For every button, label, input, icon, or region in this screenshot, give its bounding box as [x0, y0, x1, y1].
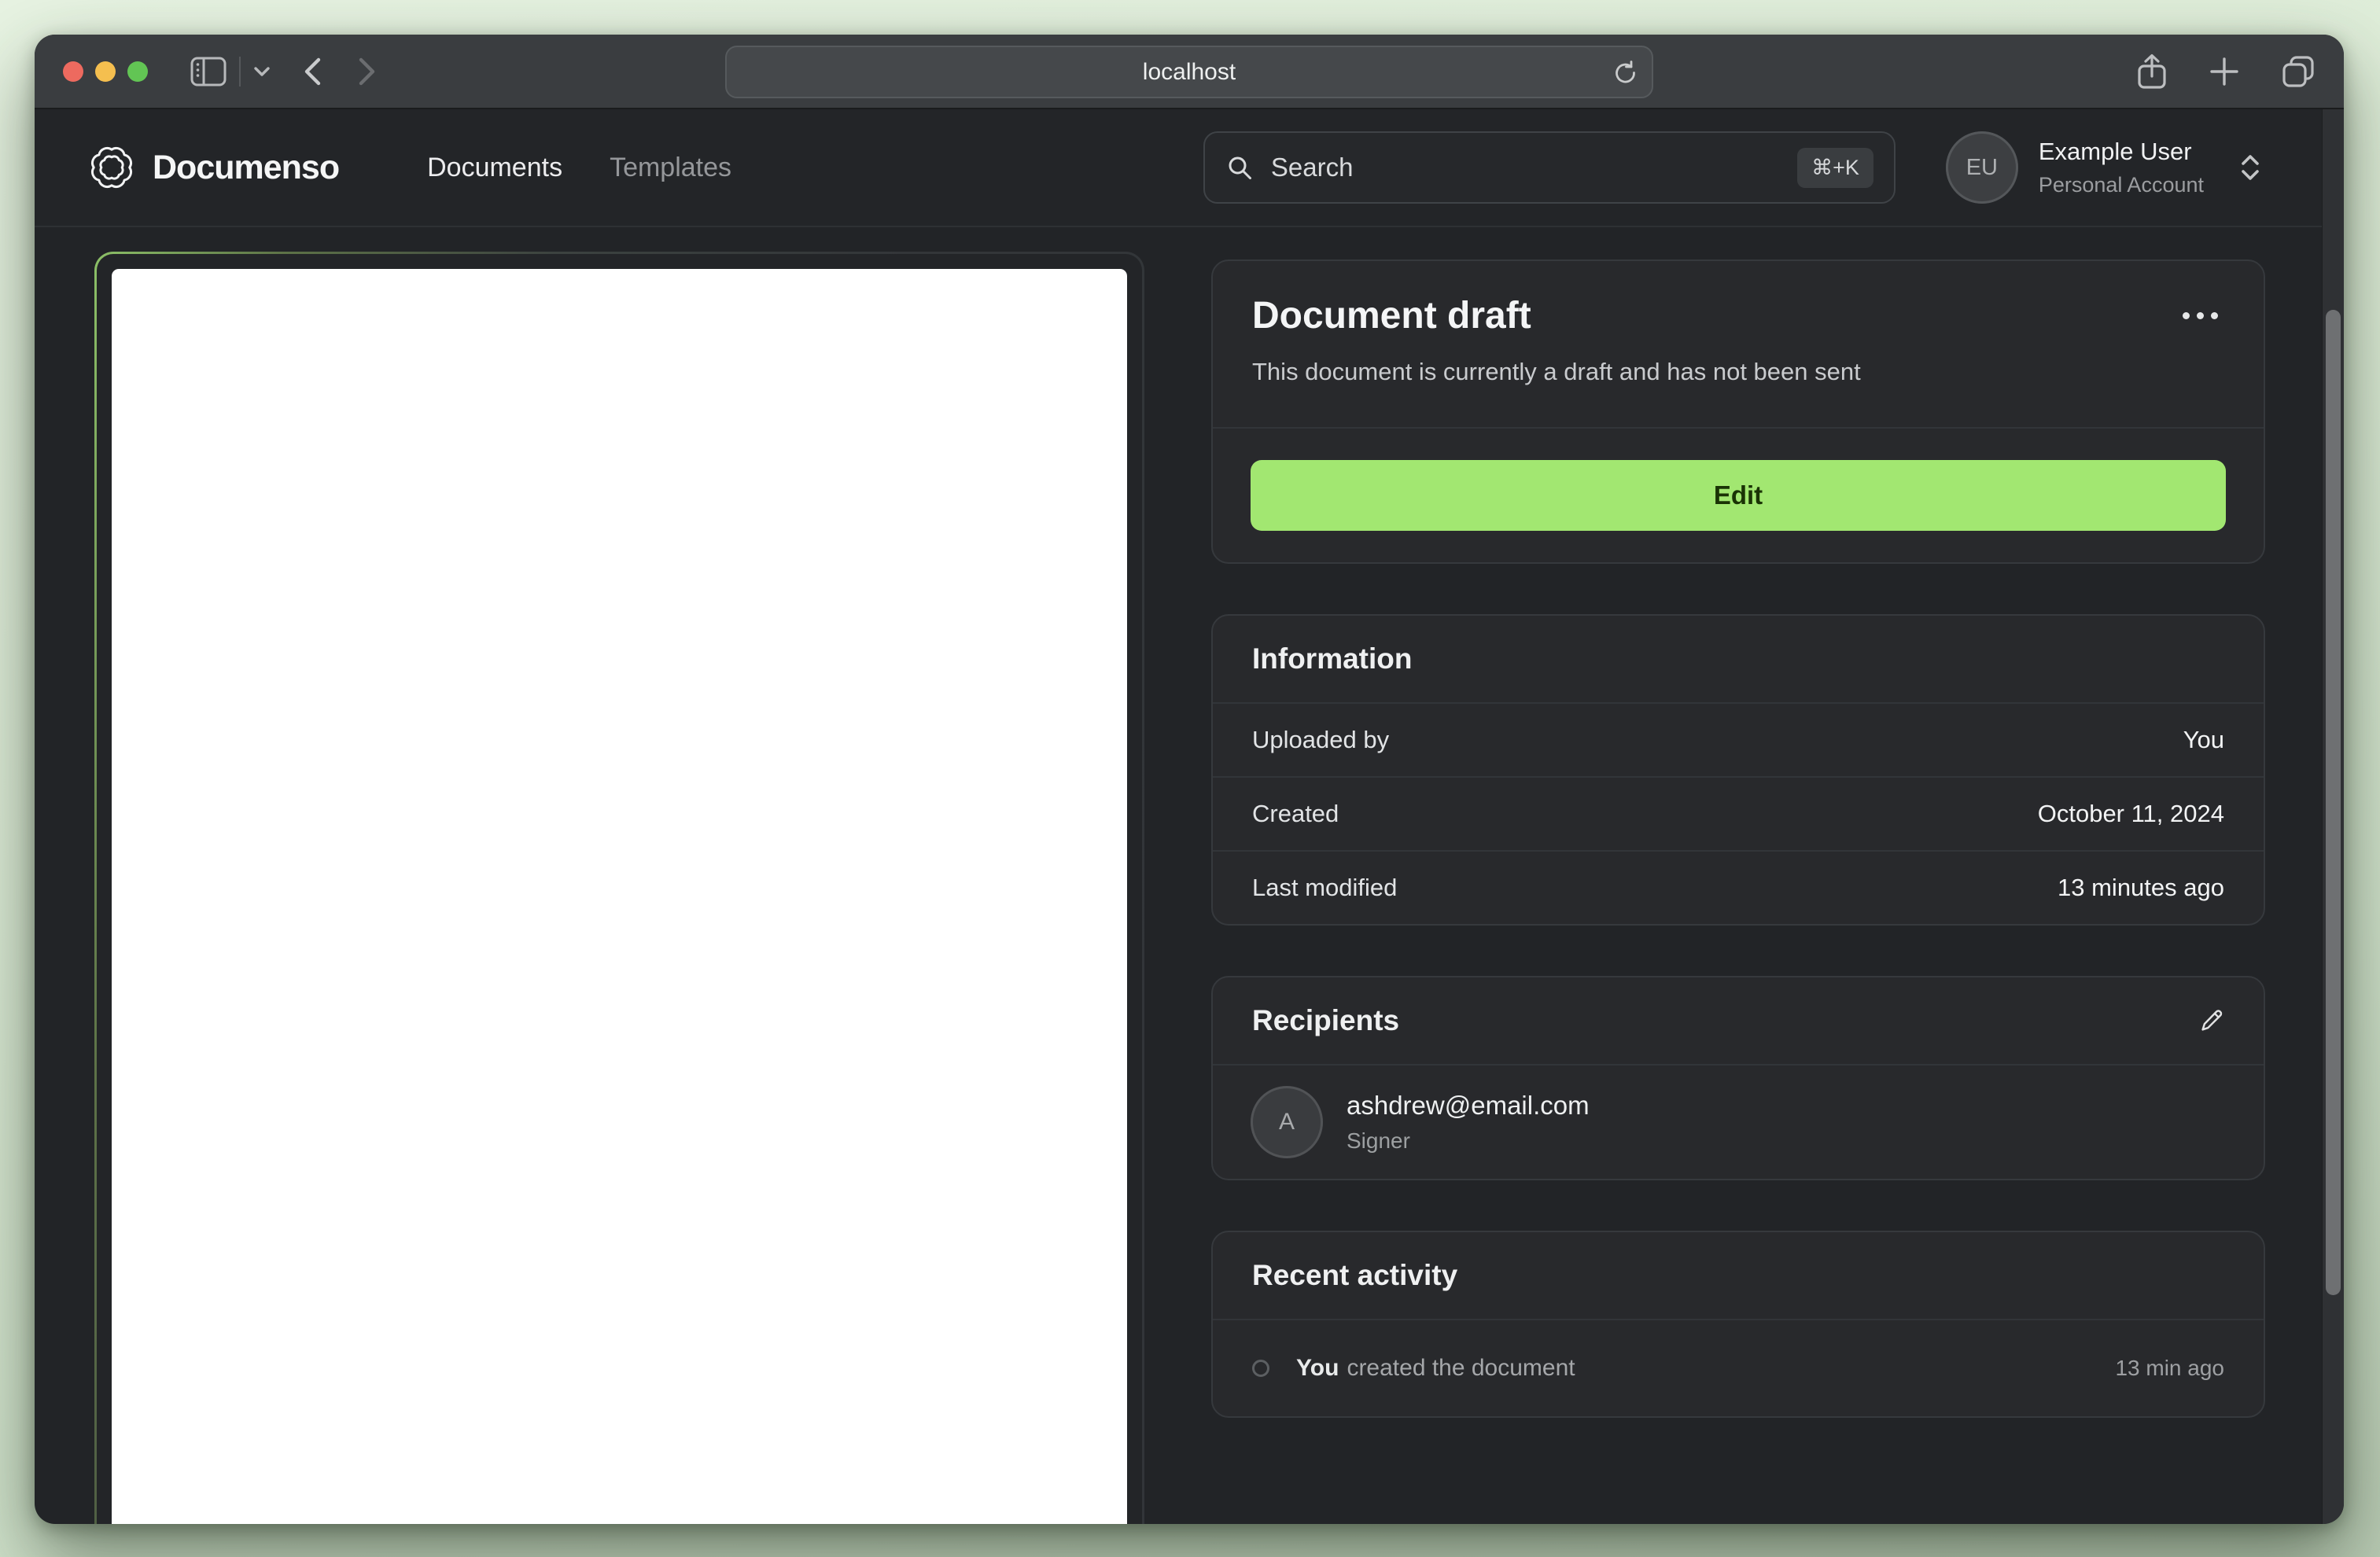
info-row-uploaded-by: Uploaded by You — [1213, 702, 2264, 776]
information-card: Information Uploaded by You Created Octo… — [1211, 614, 2265, 926]
user-name: Example User — [2038, 138, 2192, 165]
recipient-row: A ashdrew@email.com Signer — [1251, 1086, 2226, 1158]
document-status-subtitle: This document is currently a draft and h… — [1252, 358, 1861, 385]
info-label: Last modified — [1252, 874, 1398, 901]
back-button-icon[interactable] — [302, 56, 322, 87]
activity-actor: You — [1296, 1355, 1339, 1381]
info-value: October 11, 2024 — [2037, 800, 2224, 827]
sidebar-chevron-down-icon[interactable] — [253, 66, 271, 77]
more-options-icon[interactable] — [2176, 306, 2224, 326]
search-icon — [1225, 153, 1254, 182]
main-content: Document draft This document is currentl… — [35, 227, 2344, 1524]
recipient-role: Signer — [1347, 1128, 1410, 1153]
sidebar-toggle-icon[interactable] — [190, 56, 227, 87]
app-header: Documenso Documents Templates ⌘+K EU Exa… — [35, 109, 2344, 227]
address-bar-url: localhost — [1142, 58, 1236, 85]
info-value: 13 minutes ago — [2058, 874, 2224, 901]
recent-activity-title: Recent activity — [1252, 1259, 1458, 1291]
brand-name: Documenso — [153, 148, 340, 186]
recipient-avatar: A — [1251, 1086, 1323, 1158]
document-draft-card: Document draft This document is currentl… — [1211, 260, 2265, 564]
document-page — [112, 269, 1127, 1524]
refresh-icon[interactable] — [1612, 59, 1639, 86]
info-row-created: Created October 11, 2024 — [1213, 776, 2264, 850]
activity-action: created the document — [1347, 1355, 1575, 1381]
edit-recipients-pencil-icon[interactable] — [2198, 1007, 2224, 1034]
activity-row: You created the document 13 min ago — [1213, 1319, 2264, 1416]
document-preview-frame — [94, 252, 1144, 1524]
user-account-type: Personal Account — [2038, 173, 2204, 197]
address-bar[interactable]: localhost — [725, 46, 1653, 98]
scrollbar-thumb[interactable] — [2326, 310, 2341, 1295]
user-avatar: EU — [1945, 131, 2018, 204]
nav-documents[interactable]: Documents — [427, 153, 562, 183]
document-preview-inner — [97, 254, 1142, 1524]
document-status-title: Document draft — [1252, 295, 1531, 337]
edit-button[interactable]: Edit — [1251, 460, 2226, 531]
desktop: { "browser": { "url": "localhost" }, "he… — [0, 0, 2380, 1557]
document-side-panel: Document draft This document is currentl… — [1211, 260, 2265, 1418]
activity-time: 13 min ago — [2115, 1356, 2224, 1380]
forward-button-icon[interactable] — [357, 56, 378, 87]
documenso-logo-icon — [90, 145, 134, 190]
account-selector-icon — [2240, 153, 2260, 182]
search-shortcut-badge: ⌘+K — [1797, 147, 1873, 188]
info-label: Created — [1252, 800, 1339, 827]
browser-titlebar: localhost — [35, 35, 2344, 109]
toolbar-separator — [239, 56, 241, 86]
share-icon[interactable] — [2136, 53, 2168, 90]
close-window-button[interactable] — [63, 61, 83, 82]
information-title: Information — [1252, 642, 1413, 675]
brand[interactable]: Documenso — [90, 145, 340, 190]
recipients-card: Recipients A ashdrew@email.com Signer — [1211, 976, 2265, 1180]
new-tab-icon[interactable] — [2209, 56, 2240, 87]
search-bar[interactable]: ⌘+K — [1203, 131, 1896, 204]
browser-window: localhost Documenso Documents Templates … — [35, 35, 2344, 1524]
nav-templates[interactable]: Templates — [610, 153, 731, 183]
maximize-window-button[interactable] — [127, 61, 148, 82]
main-nav: Documents Templates — [427, 153, 731, 183]
account-menu[interactable]: EU Example User Personal Account — [1945, 131, 2260, 204]
scrollbar-track[interactable] — [2322, 109, 2344, 1524]
tab-overview-icon[interactable] — [2281, 54, 2316, 89]
search-input[interactable] — [1270, 153, 1781, 182]
recent-activity-card: Recent activity You created the document … — [1211, 1231, 2265, 1418]
info-value: You — [2183, 726, 2224, 753]
activity-bullet-icon — [1252, 1360, 1269, 1377]
info-row-last-modified: Last modified 13 minutes ago — [1213, 850, 2264, 924]
recipient-email: ashdrew@email.com — [1347, 1091, 1590, 1120]
traffic-lights — [63, 61, 148, 82]
minimize-window-button[interactable] — [95, 61, 116, 82]
recipients-title: Recipients — [1252, 1004, 1400, 1036]
info-label: Uploaded by — [1252, 726, 1390, 753]
